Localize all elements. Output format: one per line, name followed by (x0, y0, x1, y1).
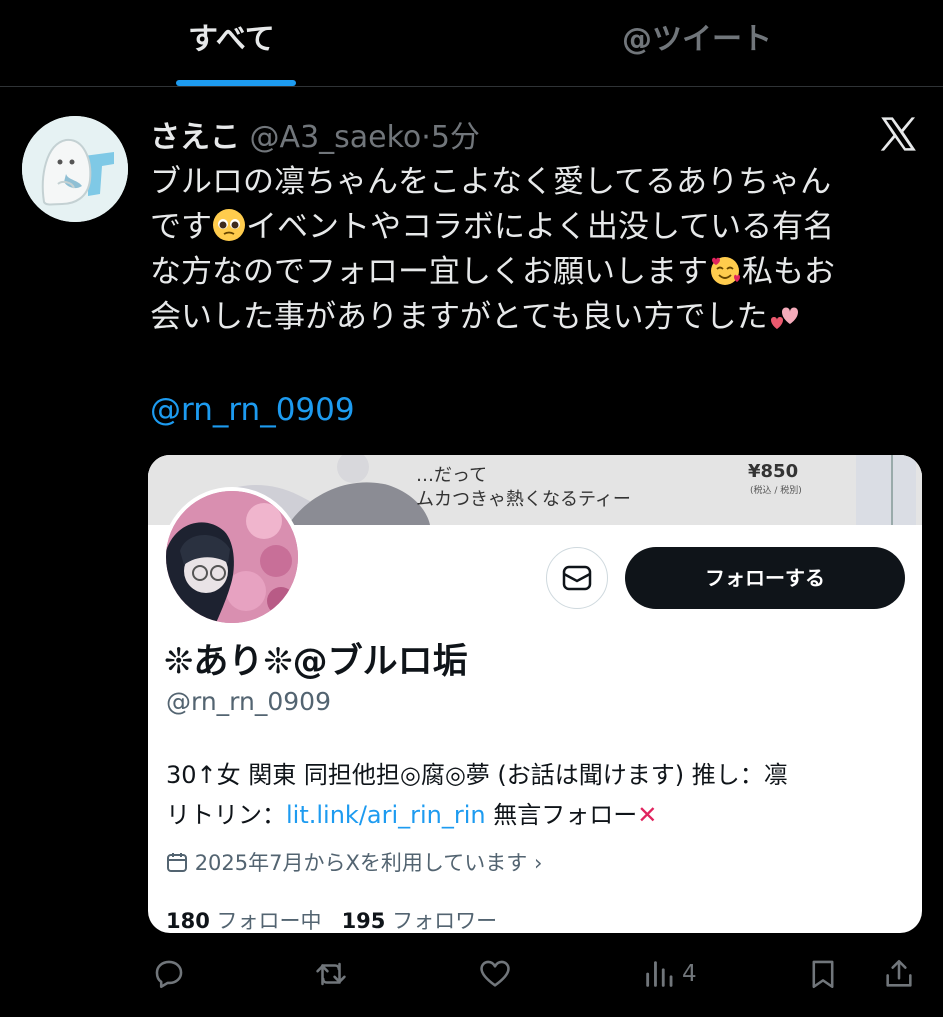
separator-dot: · (421, 120, 431, 155)
followers-label: フォロワー (392, 909, 498, 933)
chevron-right-icon: › (533, 851, 543, 875)
tweet-line: な方なのでフォロー宜しくお願いします 私もお (150, 250, 920, 295)
tweet-line: です イベントやコラボによく出没している有名 (150, 205, 920, 250)
followers-count: 195 (341, 909, 386, 933)
views-button[interactable]: 4 (642, 957, 722, 993)
profile-display-name: ❊あり❊@ブルロ垢 (164, 642, 468, 682)
x-logo-icon[interactable] (876, 113, 918, 155)
banner-price-note: (税込 / 税別) (750, 486, 802, 496)
reply-icon (155, 960, 183, 989)
bio-text: リトリン： (166, 801, 286, 829)
avatar-illustration (22, 116, 128, 222)
cross-mark-icon: ✕ (637, 801, 658, 829)
active-tab-indicator (176, 80, 296, 86)
profile-screenshot-card[interactable]: …だって ムカつきゃ熱くなるティー ¥850 (税込 / 税別) フォローする … (148, 455, 922, 933)
pleading-face-emoji-icon (213, 209, 245, 241)
retweet-button[interactable] (314, 957, 348, 993)
bio-link: lit.link/ari_rin_rin (286, 801, 486, 829)
like-icon (480, 960, 510, 987)
following-count: 180 (166, 909, 210, 933)
tweet-line-segment: な方なのでフォロー宜しくお願いします (150, 254, 708, 290)
banner-price: ¥850 (748, 461, 799, 482)
joined-text: 2025年7月からXを利用しています (194, 851, 528, 875)
retweet-icon (316, 962, 346, 986)
calendar-icon (167, 853, 187, 872)
banner-text: …だって (416, 465, 488, 486)
tweet-line-segment: イベントやコラボによく出没している有名 (246, 209, 835, 245)
mention-link[interactable]: @rn_rn_0909 (150, 392, 355, 428)
two-hearts-emoji-icon (770, 307, 798, 329)
tweet-line: ブルロの凛ちゃんをこよなく愛してるありちゃん (150, 164, 832, 200)
timestamp[interactable]: 5分 (431, 120, 480, 155)
user-handle[interactable]: @A3_saeko (250, 120, 422, 155)
views-count: 4 (682, 961, 697, 987)
views-icon (646, 961, 673, 987)
share-icon (886, 959, 912, 987)
follow-button[interactable]: フォローする (625, 547, 905, 609)
display-name[interactable]: さえこ (150, 120, 240, 155)
message-button[interactable] (546, 547, 608, 609)
tweet-line-segment: 会いした事がありますがとても良い方でした (150, 299, 768, 335)
like-button[interactable] (478, 957, 512, 993)
profile-handle: @rn_rn_0909 (166, 687, 331, 716)
profile-avatar-art (166, 491, 298, 623)
banner-text: ムカつきゃ熱くなるティー (416, 489, 631, 510)
tweet-text: ブルロの凛ちゃんをこよなく愛してるありちゃん です イベントやコラボによく出没して… (150, 160, 920, 340)
profile-avatar (162, 487, 302, 627)
bookmark-button[interactable] (806, 957, 840, 993)
bio-text: 無言フォロー (485, 801, 638, 829)
profile-joined: 2025年7月からXを利用しています › (166, 847, 542, 877)
tab-all[interactable]: すべて (188, 14, 275, 58)
bookmark-icon (812, 960, 834, 989)
mail-icon (562, 565, 592, 591)
tab-tweets[interactable]: @ツイート (622, 14, 772, 58)
profile-bio-line: 30↑女 関東 同担他担◎腐◎夢 (お話は聞けます) 推し：凛 (166, 761, 788, 789)
tab-bar: すべて @ツイート (0, 0, 943, 87)
reply-button[interactable] (152, 957, 186, 993)
tweet-line: 会いした事がありますがとても良い方でした (150, 295, 920, 340)
tweet-line-segment: です (150, 209, 212, 245)
following-label: フォロー中 (216, 909, 322, 933)
profile-stats: 180 フォロー中 195 フォロワー (166, 905, 497, 933)
tweet-header: さえこ @A3_saeko·5分 (150, 112, 480, 156)
user-avatar[interactable] (22, 116, 128, 222)
smiling-face-with-hearts-emoji-icon (711, 257, 740, 285)
tweet-line-segment: 私もお (742, 254, 835, 290)
profile-bio-line: リトリン：lit.link/ari_rin_rin 無言フォロー✕ (166, 795, 657, 830)
share-button[interactable] (882, 957, 916, 993)
